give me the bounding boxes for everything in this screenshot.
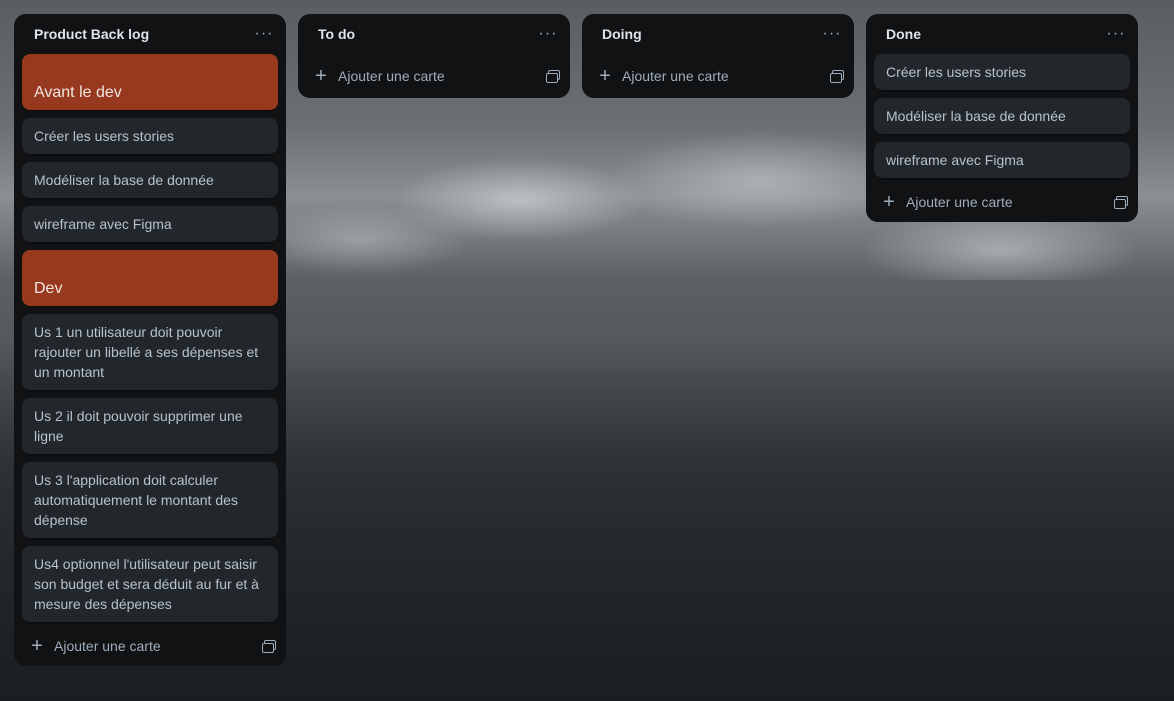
add-card-row: + Ajouter une carte xyxy=(866,186,1138,218)
add-card-label: Ajouter une carte xyxy=(622,68,729,84)
card-section-dev[interactable]: Dev xyxy=(22,250,278,306)
card-item[interactable]: Modéliser la base de donnée xyxy=(874,98,1130,134)
more-horizontal-icon[interactable]: ··· xyxy=(818,20,846,48)
card-section-avant-le-dev[interactable]: Avant le dev xyxy=(22,54,278,110)
add-card-button[interactable]: + Ajouter une carte xyxy=(598,65,729,87)
card-item[interactable]: Us 2 il doit pouvoir supprimer une ligne xyxy=(22,398,278,454)
list-header: Product Back log ··· xyxy=(14,14,286,54)
plus-icon: + xyxy=(31,635,43,657)
card-template-icon[interactable] xyxy=(830,70,844,83)
board: Product Back log ··· Avant le dev Créer … xyxy=(0,0,1174,701)
plus-icon: + xyxy=(315,65,327,87)
list-title: To do xyxy=(318,26,356,42)
plus-icon: + xyxy=(599,65,611,87)
card-item[interactable]: Créer les users stories xyxy=(22,118,278,154)
add-card-button[interactable]: + Ajouter une carte xyxy=(314,65,445,87)
list-header: Done ··· xyxy=(866,14,1138,54)
add-card-button[interactable]: + Ajouter une carte xyxy=(882,191,1013,213)
add-card-label: Ajouter une carte xyxy=(906,194,1013,210)
card-item[interactable]: Modéliser la base de donnée xyxy=(22,162,278,198)
list-title: Done xyxy=(886,26,921,42)
card-item[interactable]: wireframe avec Figma xyxy=(874,142,1130,178)
list-done: Done ··· Créer les users stories Modélis… xyxy=(866,14,1138,222)
list-title: Doing xyxy=(602,26,642,42)
card-template-icon[interactable] xyxy=(1114,196,1128,209)
card-list: Avant le dev Créer les users stories Mod… xyxy=(14,54,286,622)
card-item[interactable]: Us4 optionnel l'utilisateur peut saisir … xyxy=(22,546,278,622)
more-horizontal-icon[interactable]: ··· xyxy=(250,20,278,48)
card-item[interactable]: Us 3 l'application doit calculer automat… xyxy=(22,462,278,538)
add-card-label: Ajouter une carte xyxy=(338,68,445,84)
add-card-label: Ajouter une carte xyxy=(54,638,161,654)
card-list: Créer les users stories Modéliser la bas… xyxy=(866,54,1138,178)
add-card-button[interactable]: + Ajouter une carte xyxy=(30,635,161,657)
list-header: Doing ··· xyxy=(582,14,854,54)
card-item[interactable]: Créer les users stories xyxy=(874,54,1130,90)
list-header: To do ··· xyxy=(298,14,570,54)
card-item[interactable]: Us 1 un utilisateur doit pouvoir rajoute… xyxy=(22,314,278,390)
add-card-row: + Ajouter une carte xyxy=(14,630,286,662)
list-doing: Doing ··· + Ajouter une carte xyxy=(582,14,854,98)
list-title: Product Back log xyxy=(34,26,150,42)
add-card-row: + Ajouter une carte xyxy=(582,60,854,92)
plus-icon: + xyxy=(883,191,895,213)
card-template-icon[interactable] xyxy=(546,70,560,83)
list-product-backlog: Product Back log ··· Avant le dev Créer … xyxy=(14,14,286,666)
card-item[interactable]: wireframe avec Figma xyxy=(22,206,278,242)
add-card-row: + Ajouter une carte xyxy=(298,60,570,92)
more-horizontal-icon[interactable]: ··· xyxy=(1102,20,1130,48)
more-horizontal-icon[interactable]: ··· xyxy=(534,20,562,48)
card-template-icon[interactable] xyxy=(262,640,276,653)
list-to-do: To do ··· + Ajouter une carte xyxy=(298,14,570,98)
